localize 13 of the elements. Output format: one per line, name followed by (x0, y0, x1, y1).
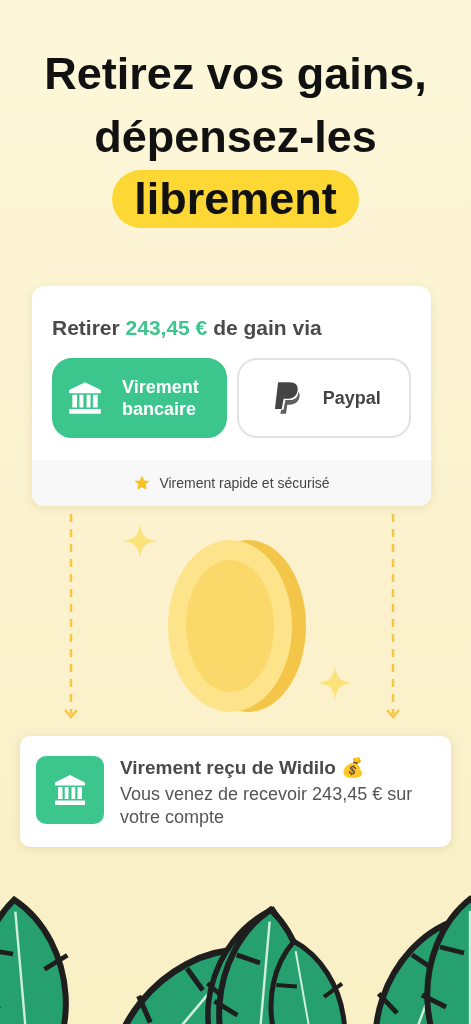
notification-title: Virement reçu de Widilo 💰 (120, 756, 367, 779)
card-title: Retirer 243,45 € de gain via (51, 315, 323, 340)
payment-method-button[interactable]: Paypal (236, 358, 411, 438)
highlighted-word: librement (112, 170, 359, 228)
sparkle-icon (123, 524, 157, 558)
notification-body: Vous venez de recevoir 243,45 € sur votre compte (120, 783, 414, 829)
sparkle-icon (318, 666, 352, 700)
star-icon (133, 474, 152, 492)
bank-icon (66, 379, 104, 417)
note-text: Virement rapide et sécurisé (159, 475, 330, 491)
headline: dépensez-les (94, 110, 377, 164)
bank-icon (52, 772, 88, 808)
headline: Retirez vos gains, (44, 47, 427, 101)
